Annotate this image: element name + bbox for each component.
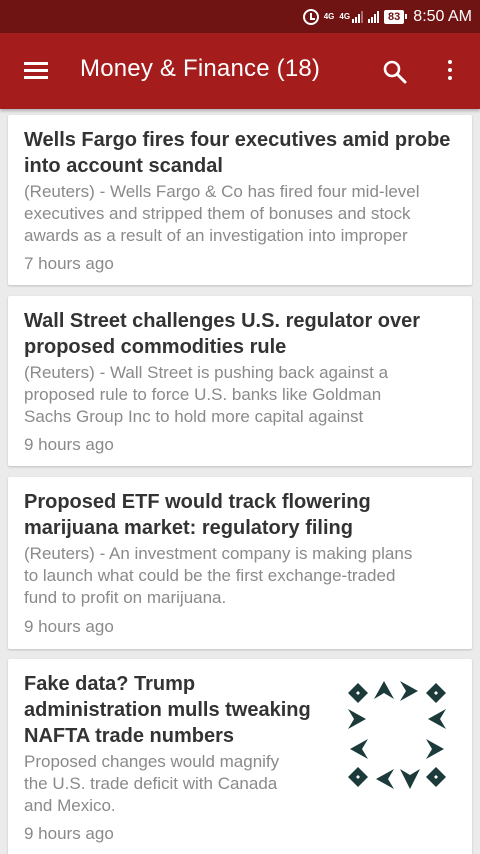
- article-time: 9 hours ago: [24, 824, 114, 843]
- status-icons: 4G 4G 83 8:50 AM: [302, 0, 472, 33]
- clock: 8:50 AM: [413, 7, 472, 25]
- overflow-menu-icon[interactable]: [444, 58, 456, 84]
- article-title: Fake data? Trump administration mulls tw…: [24, 673, 311, 747]
- status-bar: 4G 4G 83 8:50 AM: [0, 0, 480, 33]
- article-summary: (Reuters) - An investment company is mak…: [24, 544, 413, 607]
- network-label-2: 4G: [339, 11, 351, 21]
- network-label: 4G: [323, 11, 335, 21]
- signal-icon-1: 4G: [339, 10, 364, 23]
- app-bar: Money & Finance (18): [0, 33, 480, 109]
- article-card[interactable]: Wall Street challenges U.S. regulator ov…: [8, 296, 472, 466]
- article-time: 9 hours ago: [24, 617, 114, 636]
- battery-icon: 83: [384, 9, 408, 24]
- article-card[interactable]: Wells Fargo fires four executives amid p…: [8, 115, 472, 285]
- article-title: Wall Street challenges U.S. regulator ov…: [24, 310, 421, 358]
- network-type-icon: 4G: [323, 11, 335, 21]
- article-summary: Proposed changes would magnify the U.S. …: [24, 752, 280, 815]
- search-icon[interactable]: [382, 59, 408, 85]
- article-card[interactable]: Proposed ETF would track flowering marij…: [8, 477, 472, 649]
- article-title: Wells Fargo fires four executives amid p…: [24, 129, 451, 177]
- article-title: Proposed ETF would track flowering marij…: [24, 491, 371, 539]
- article-card[interactable]: Fake data? Trump administration mulls tw…: [8, 659, 472, 854]
- nafta-logo-icon: [334, 673, 460, 799]
- page-title: Money & Finance (18): [80, 55, 321, 82]
- hamburger-menu-icon[interactable]: [24, 60, 50, 80]
- article-summary: (Reuters) - Wells Fargo & Co has fired f…: [24, 182, 420, 245]
- alarm-icon: [302, 8, 319, 25]
- signal-icon-2: [368, 10, 380, 23]
- article-time: 9 hours ago: [24, 435, 114, 454]
- article-time: 7 hours ago: [24, 254, 114, 273]
- article-summary: (Reuters) - Wall Street is pushing back …: [24, 363, 389, 426]
